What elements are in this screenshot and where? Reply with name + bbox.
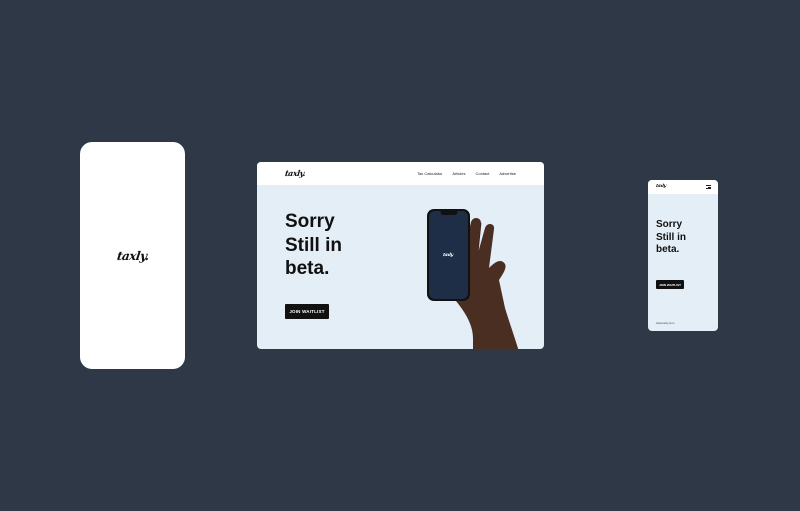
splash-logo: taxly. [115, 248, 150, 263]
mobile-logo[interactable]: taxly. [656, 184, 667, 189]
hero-line: beta. [656, 244, 680, 255]
hero-line: Still in [285, 234, 342, 256]
mobile-join-waitlist-button[interactable]: JOIN WAITLIST [656, 280, 684, 289]
desktop-nav-links: Tax Calculator Articles Contact Advertis… [417, 171, 516, 176]
phone-screen-logo: taxly. [443, 252, 454, 258]
hero-line: Sorry [285, 211, 335, 232]
mobile-landing-mockup: taxly. Sorry Still in beta. JOIN WAITLIS… [648, 180, 718, 331]
nav-link-tax-calculator[interactable]: Tax Calculator [417, 171, 442, 176]
hero-line: beta. [285, 258, 330, 279]
hero-line: Still in [656, 231, 686, 243]
desktop-logo[interactable]: taxly. [284, 168, 306, 178]
hamburger-menu-icon[interactable] [706, 185, 711, 189]
nav-link-contact[interactable]: Contact [476, 171, 490, 176]
phone-splash-screen: taxly. [80, 142, 185, 369]
mobile-hero-title: Sorry Still in beta. [656, 219, 686, 257]
phone-screen: taxly. [429, 211, 468, 299]
desktop-landing-mockup: taxly. Tax Calculator Articles Contact A… [257, 162, 544, 349]
nav-link-advertise[interactable]: Advertise [499, 171, 516, 176]
nav-link-articles[interactable]: Articles [452, 171, 465, 176]
desktop-hero-title: Sorry Still in beta. [285, 210, 395, 281]
desktop-nav-bar: taxly. Tax Calculator Articles Contact A… [257, 162, 544, 185]
hero-line: Sorry [656, 219, 683, 230]
held-phone: taxly. [427, 209, 470, 301]
mobile-footer-text: www.taxly.com [656, 321, 675, 325]
join-waitlist-button[interactable]: JOIN WAITLIST [285, 304, 329, 319]
phone-notch [440, 211, 457, 215]
mobile-nav-bar: taxly. [648, 180, 718, 194]
